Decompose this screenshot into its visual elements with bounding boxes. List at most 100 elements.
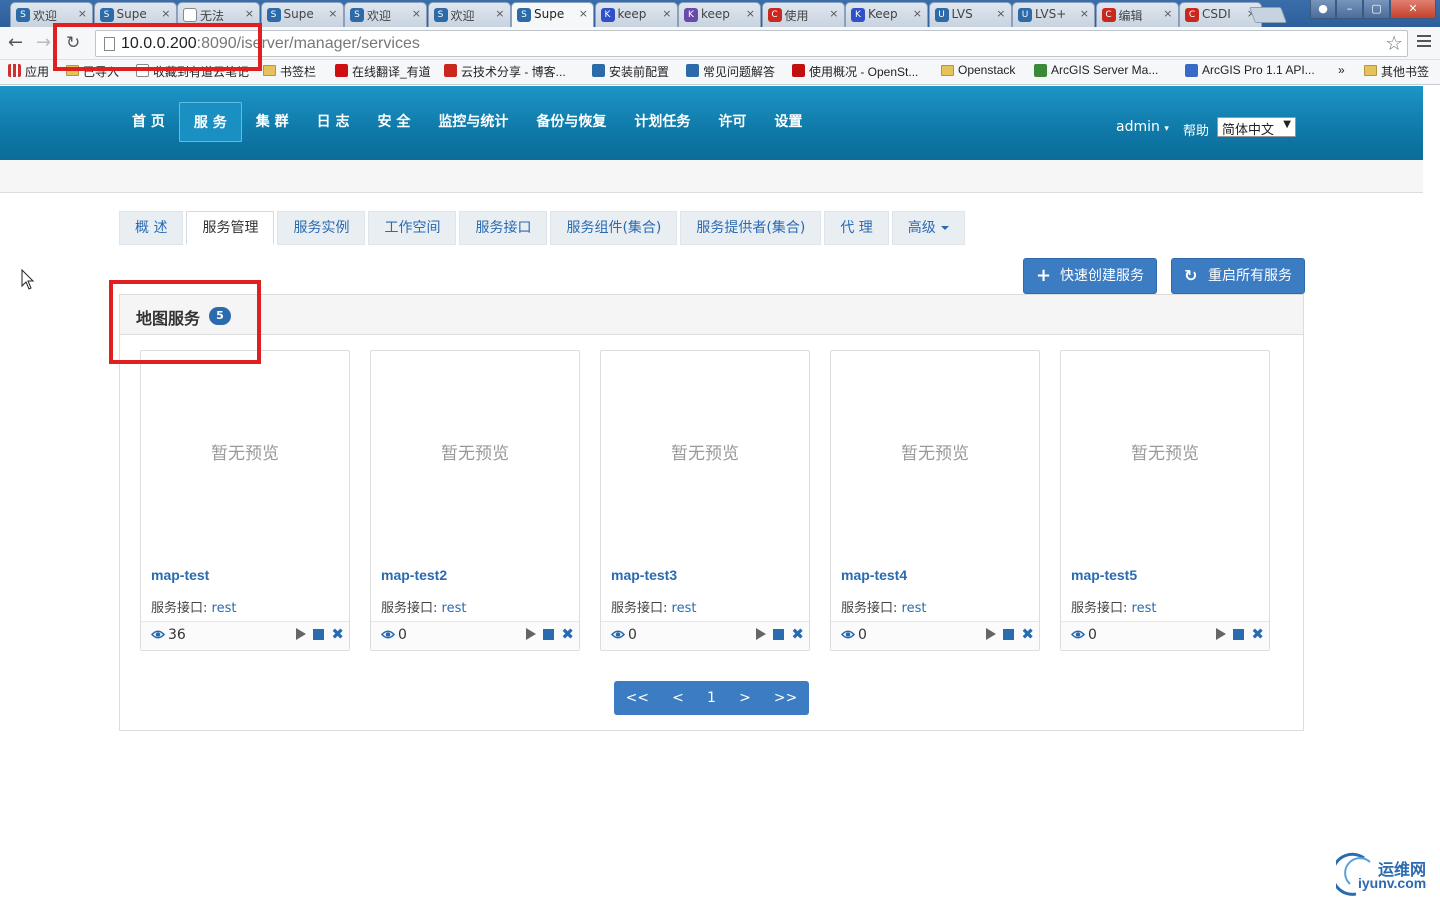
close-icon[interactable]: ×: [78, 7, 87, 20]
page-tab[interactable]: 服务管理: [186, 211, 275, 245]
delete-icon[interactable]: ✖: [331, 627, 344, 642]
interface-link[interactable]: rest: [442, 601, 467, 616]
play-icon[interactable]: [296, 628, 307, 640]
browser-tab[interactable]: S 欢迎 ×: [344, 2, 427, 27]
nav-item[interactable]: 安 全: [364, 102, 425, 142]
browser-tab[interactable]: CCSDI×: [1179, 2, 1262, 27]
pager-button[interactable]: >>: [774, 690, 797, 706]
page-tab[interactable]: 服务实例: [277, 211, 366, 245]
close-icon[interactable]: ×: [579, 7, 588, 20]
page-tab[interactable]: 服务接口: [459, 211, 548, 245]
close-icon[interactable]: ×: [161, 7, 170, 20]
back-arrow-icon[interactable]: ←: [8, 33, 23, 53]
restart-all-services-button[interactable]: ↻ 重启所有服务: [1171, 258, 1305, 294]
browser-tab[interactable]: K Keep ×: [845, 2, 928, 27]
close-icon[interactable]: ×: [746, 7, 755, 20]
stop-icon[interactable]: [543, 628, 555, 640]
maximize-button[interactable]: ▢: [1363, 0, 1390, 19]
bookmarks-overflow-button[interactable]: »: [1338, 63, 1345, 77]
new-tab-button[interactable]: [1249, 7, 1287, 23]
service-name-link[interactable]: map-test: [151, 567, 209, 583]
window-close-button[interactable]: ✕: [1390, 0, 1436, 19]
nav-item[interactable]: 日 志: [303, 102, 364, 142]
service-card[interactable]: 暂无预览 map-test3 服务接口: rest 0 ✖: [600, 350, 810, 651]
browser-tab[interactable]: Kkeep ×: [678, 2, 761, 27]
service-card[interactable]: 暂无预览 map-test 服务接口: rest 36 ✖: [140, 350, 350, 651]
bookmark-item[interactable]: 在线翻译_有道: [335, 63, 431, 80]
browser-tab[interactable]: C 编辑 ×: [1095, 2, 1179, 27]
stop-icon[interactable]: [1003, 628, 1015, 640]
bookmark-item[interactable]: Openstack: [941, 63, 1015, 77]
service-name-link[interactable]: map-test4: [841, 567, 907, 583]
close-icon[interactable]: ×: [996, 7, 1005, 20]
play-icon[interactable]: [986, 628, 997, 640]
close-icon[interactable]: ×: [913, 7, 922, 20]
language-select[interactable]: 简体中文 ▼: [1217, 117, 1296, 138]
nav-item[interactable]: 服 务: [178, 102, 242, 142]
bookmark-item[interactable]: 其他书签: [1364, 63, 1429, 80]
service-card[interactable]: 暂无预览 map-test2 服务接口: rest 0 ✖: [370, 350, 580, 651]
page-tab[interactable]: 概 述: [119, 211, 184, 245]
stop-icon[interactable]: [313, 628, 325, 640]
browser-tab[interactable]: U LVS+ ×: [1012, 2, 1095, 27]
close-icon[interactable]: ×: [662, 7, 671, 20]
nav-item[interactable]: 设置: [760, 102, 816, 142]
nav-item[interactable]: 首 页: [118, 102, 179, 142]
interface-link[interactable]: rest: [1132, 601, 1157, 616]
bookmark-star-icon[interactable]: ☆: [1385, 31, 1403, 55]
bookmark-item[interactable]: ArcGIS Server Ma...: [1034, 63, 1158, 77]
service-preview[interactable]: 暂无预览: [831, 351, 1039, 551]
bookmark-item[interactable]: 应用: [8, 63, 49, 80]
browser-tab[interactable]: Kkeep ×: [594, 2, 678, 27]
service-preview[interactable]: 暂无预览: [601, 351, 809, 551]
page-tab[interactable]: 高级: [891, 211, 965, 245]
delete-icon[interactable]: ✖: [791, 627, 804, 642]
service-preview[interactable]: 暂无预览: [1061, 351, 1269, 551]
service-preview[interactable]: 暂无预览: [141, 351, 349, 551]
close-icon[interactable]: ×: [1163, 7, 1172, 20]
scrollbar-track[interactable]: [1423, 86, 1440, 900]
page-tab[interactable]: 服务组件(集合): [550, 211, 678, 245]
service-card[interactable]: 暂无预览 map-test4 服务接口: rest 0 ✖: [830, 350, 1040, 651]
service-preview[interactable]: 暂无预览: [371, 351, 579, 551]
page-tab[interactable]: 服务提供者(集合): [680, 211, 822, 245]
browser-tab[interactable]: C 使用 ×: [761, 2, 845, 27]
close-icon[interactable]: ×: [412, 7, 421, 20]
interface-link[interactable]: rest: [212, 601, 237, 616]
service-name-link[interactable]: map-test5: [1071, 567, 1137, 583]
stop-icon[interactable]: [773, 628, 785, 640]
close-icon[interactable]: ×: [829, 7, 838, 20]
stop-icon[interactable]: [1233, 628, 1245, 640]
play-icon[interactable]: [1216, 628, 1227, 640]
user-menu[interactable]: admin ▾: [1116, 119, 1169, 135]
play-icon[interactable]: [756, 628, 767, 640]
address-bar[interactable]: 10.0.0.200:8090/iserver/manager/services…: [95, 30, 1408, 57]
minimize-button[interactable]: –: [1336, 0, 1363, 19]
user-profile-button[interactable]: ●: [1310, 0, 1336, 19]
bookmark-item[interactable]: 使用概况 - OpenSt...: [792, 63, 918, 80]
help-link[interactable]: 帮助: [1183, 120, 1209, 139]
close-icon[interactable]: ×: [245, 7, 254, 20]
interface-link[interactable]: rest: [672, 601, 697, 616]
quick-create-service-button[interactable]: + 快速创建服务: [1023, 258, 1157, 294]
pager-button[interactable]: <<: [626, 690, 649, 706]
nav-item[interactable]: 监控与统计: [424, 102, 522, 142]
page-tab[interactable]: 代 理: [824, 211, 889, 245]
delete-icon[interactable]: ✖: [1021, 627, 1034, 642]
close-icon[interactable]: ×: [1080, 7, 1089, 20]
browser-tab[interactable]: S Supe ×: [260, 2, 344, 27]
play-icon[interactable]: [526, 628, 537, 640]
bookmark-item[interactable]: 云技术分享 - 博客...: [444, 63, 566, 80]
interface-link[interactable]: rest: [902, 601, 927, 616]
pager-button[interactable]: <: [672, 690, 684, 706]
bookmark-item[interactable]: 常见问题解答: [686, 63, 775, 80]
browser-tab[interactable]: U LVS ×: [928, 2, 1012, 27]
close-icon[interactable]: ×: [495, 7, 504, 20]
service-name-link[interactable]: map-test2: [381, 567, 447, 583]
delete-icon[interactable]: ✖: [561, 627, 574, 642]
delete-icon[interactable]: ✖: [1251, 627, 1264, 642]
pager-button[interactable]: >: [739, 690, 751, 706]
bookmark-item[interactable]: 安装前配置: [592, 63, 669, 80]
nav-item[interactable]: 许可: [704, 102, 760, 142]
browser-tab[interactable]: S Supe ×: [511, 2, 594, 27]
